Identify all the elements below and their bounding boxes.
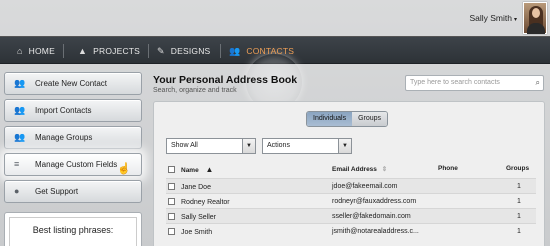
group-icon: 👥 bbox=[14, 132, 26, 142]
nav-home-label: HOME bbox=[28, 46, 55, 56]
tab-groups[interactable]: Groups bbox=[352, 112, 388, 126]
header-name[interactable]: Name ▲ bbox=[168, 165, 213, 174]
top-bar: Sally Smith ▾ bbox=[0, 0, 550, 36]
row-checkbox[interactable] bbox=[168, 198, 175, 205]
create-new-contact-button[interactable]: 👥 Create New Contact bbox=[4, 72, 142, 95]
hand-cursor-icon: ☝ bbox=[117, 163, 131, 175]
table-row[interactable]: Rodney Realtor rodneyr@fauxaddress.com 1 bbox=[166, 193, 536, 208]
list-icon: ≡ bbox=[14, 159, 20, 169]
table-header: Name ▲ Email Address ⇕ Phone Groups bbox=[166, 163, 536, 177]
contact-groups: 1 bbox=[517, 198, 521, 205]
projects-icon: ▲ bbox=[78, 46, 88, 56]
search-input[interactable]: Type here to search contacts ⌕ bbox=[405, 75, 544, 91]
sidebar-item-label: Import Contacts bbox=[35, 106, 92, 115]
contact-name[interactable]: Joe Smith bbox=[181, 229, 212, 236]
contacts-panel: Individuals Groups Show All ▼ Actions ▼ … bbox=[153, 101, 545, 246]
select-all-checkbox[interactable] bbox=[168, 166, 175, 173]
filter-select[interactable]: Show All ▼ bbox=[166, 138, 256, 154]
chevron-down-icon: ▼ bbox=[242, 139, 255, 153]
manage-groups-button[interactable]: 👥 Manage Groups bbox=[4, 126, 142, 149]
search-placeholder: Type here to search contacts bbox=[410, 79, 500, 86]
chevron-down-icon: ▼ bbox=[338, 139, 351, 153]
nav-projects[interactable]: ▲ PROJECTS bbox=[78, 37, 140, 65]
sidebar-item-label: Manage Custom Fields bbox=[35, 160, 118, 169]
nav-designs[interactable]: ✎ DESIGNS bbox=[157, 37, 210, 65]
sidebar-item-label: Manage Groups bbox=[35, 133, 93, 142]
contact-email: sseller@fakedomain.com bbox=[332, 213, 411, 220]
contact-groups: 1 bbox=[517, 228, 521, 235]
sidebar-item-label: Get Support bbox=[35, 187, 79, 196]
row-checkbox[interactable] bbox=[168, 183, 175, 190]
promo-title: Best listing phrases: bbox=[32, 225, 114, 235]
avatar[interactable] bbox=[523, 2, 547, 34]
contacts-icon: 👥 bbox=[14, 105, 26, 115]
header-phone[interactable]: Phone bbox=[438, 165, 458, 172]
contact-email: jdoe@fakeemail.com bbox=[332, 183, 398, 190]
page-subtitle: Search, organize and track bbox=[153, 87, 237, 94]
page-title: Your Personal Address Book bbox=[153, 74, 298, 86]
main-nav: ⌂ HOME ▲ PROJECTS ✎ DESIGNS 👥 CONTACTS bbox=[0, 36, 550, 110]
row-checkbox[interactable] bbox=[168, 228, 175, 235]
table-row[interactable]: Sally Seller sseller@fakedomain.com 1 bbox=[166, 208, 536, 223]
contact-email: rodneyr@fauxaddress.com bbox=[332, 198, 417, 205]
header-groups[interactable]: Groups bbox=[506, 165, 529, 172]
contact-email: jsmith@notarealaddress.c... bbox=[332, 228, 419, 235]
contact-name[interactable]: Jane Doe bbox=[181, 184, 211, 191]
view-toggle: Individuals Groups bbox=[306, 111, 389, 127]
tab-individuals[interactable]: Individuals bbox=[307, 112, 353, 126]
contact-name[interactable]: Rodney Realtor bbox=[181, 199, 230, 206]
sidebar: 👥 Create New Contact 👥 Import Contacts 👥 Ma… bbox=[4, 72, 142, 207]
actions-select[interactable]: Actions ▼ bbox=[262, 138, 352, 154]
user-name: Sally Smith bbox=[469, 13, 512, 23]
paint-bucket-icon: ✎ bbox=[157, 46, 165, 56]
nav-contacts-label: CONTACTS bbox=[246, 46, 295, 56]
listing-phrases-promo[interactable]: Best listing phrases: bbox=[4, 212, 142, 246]
home-icon: ⌂ bbox=[17, 46, 23, 56]
contacts-icon: 👥 bbox=[14, 78, 26, 88]
nav-projects-label: PROJECTS bbox=[93, 46, 141, 56]
row-checkbox[interactable] bbox=[168, 213, 175, 220]
chevron-down-icon: ▾ bbox=[513, 17, 517, 23]
sort-asc-icon[interactable]: ▲ bbox=[206, 165, 214, 174]
nav-home[interactable]: ⌂ HOME bbox=[17, 37, 55, 65]
user-menu[interactable]: Sally Smith ▾ bbox=[469, 13, 517, 23]
nav-contacts[interactable]: 👥 CONTACTS bbox=[229, 37, 294, 65]
sort-icon[interactable]: ⇕ bbox=[382, 166, 387, 173]
contact-name[interactable]: Sally Seller bbox=[181, 214, 216, 221]
table-row[interactable]: Jane Doe jdoe@fakeemail.com 1 bbox=[166, 178, 536, 193]
nav-designs-label: DESIGNS bbox=[170, 46, 211, 56]
contact-groups: 1 bbox=[517, 213, 521, 220]
contacts-icon: 👥 bbox=[229, 46, 241, 56]
import-contacts-button[interactable]: 👥 Import Contacts bbox=[4, 99, 142, 122]
filter-select-value: Show All bbox=[171, 142, 198, 149]
support-icon: ● bbox=[14, 186, 20, 196]
search-icon[interactable]: ⌕ bbox=[536, 76, 540, 90]
actions-select-value: Actions bbox=[267, 142, 290, 149]
header-name-label: Name bbox=[181, 167, 199, 174]
manage-custom-fields-button[interactable]: ≡ Manage Custom Fields ☝ bbox=[4, 153, 142, 176]
header-email[interactable]: Email Address ⇕ bbox=[332, 165, 387, 173]
table-row[interactable]: Joe Smith jsmith@notarealaddress.c... 1 bbox=[166, 223, 536, 238]
contact-groups: 1 bbox=[517, 183, 521, 190]
get-support-button[interactable]: ● Get Support bbox=[4, 180, 142, 203]
sidebar-item-label: Create New Contact bbox=[35, 79, 108, 88]
header-email-label: Email Address bbox=[332, 166, 377, 173]
contacts-table: Jane Doe jdoe@fakeemail.com 1 Rodney Rea… bbox=[166, 178, 536, 238]
